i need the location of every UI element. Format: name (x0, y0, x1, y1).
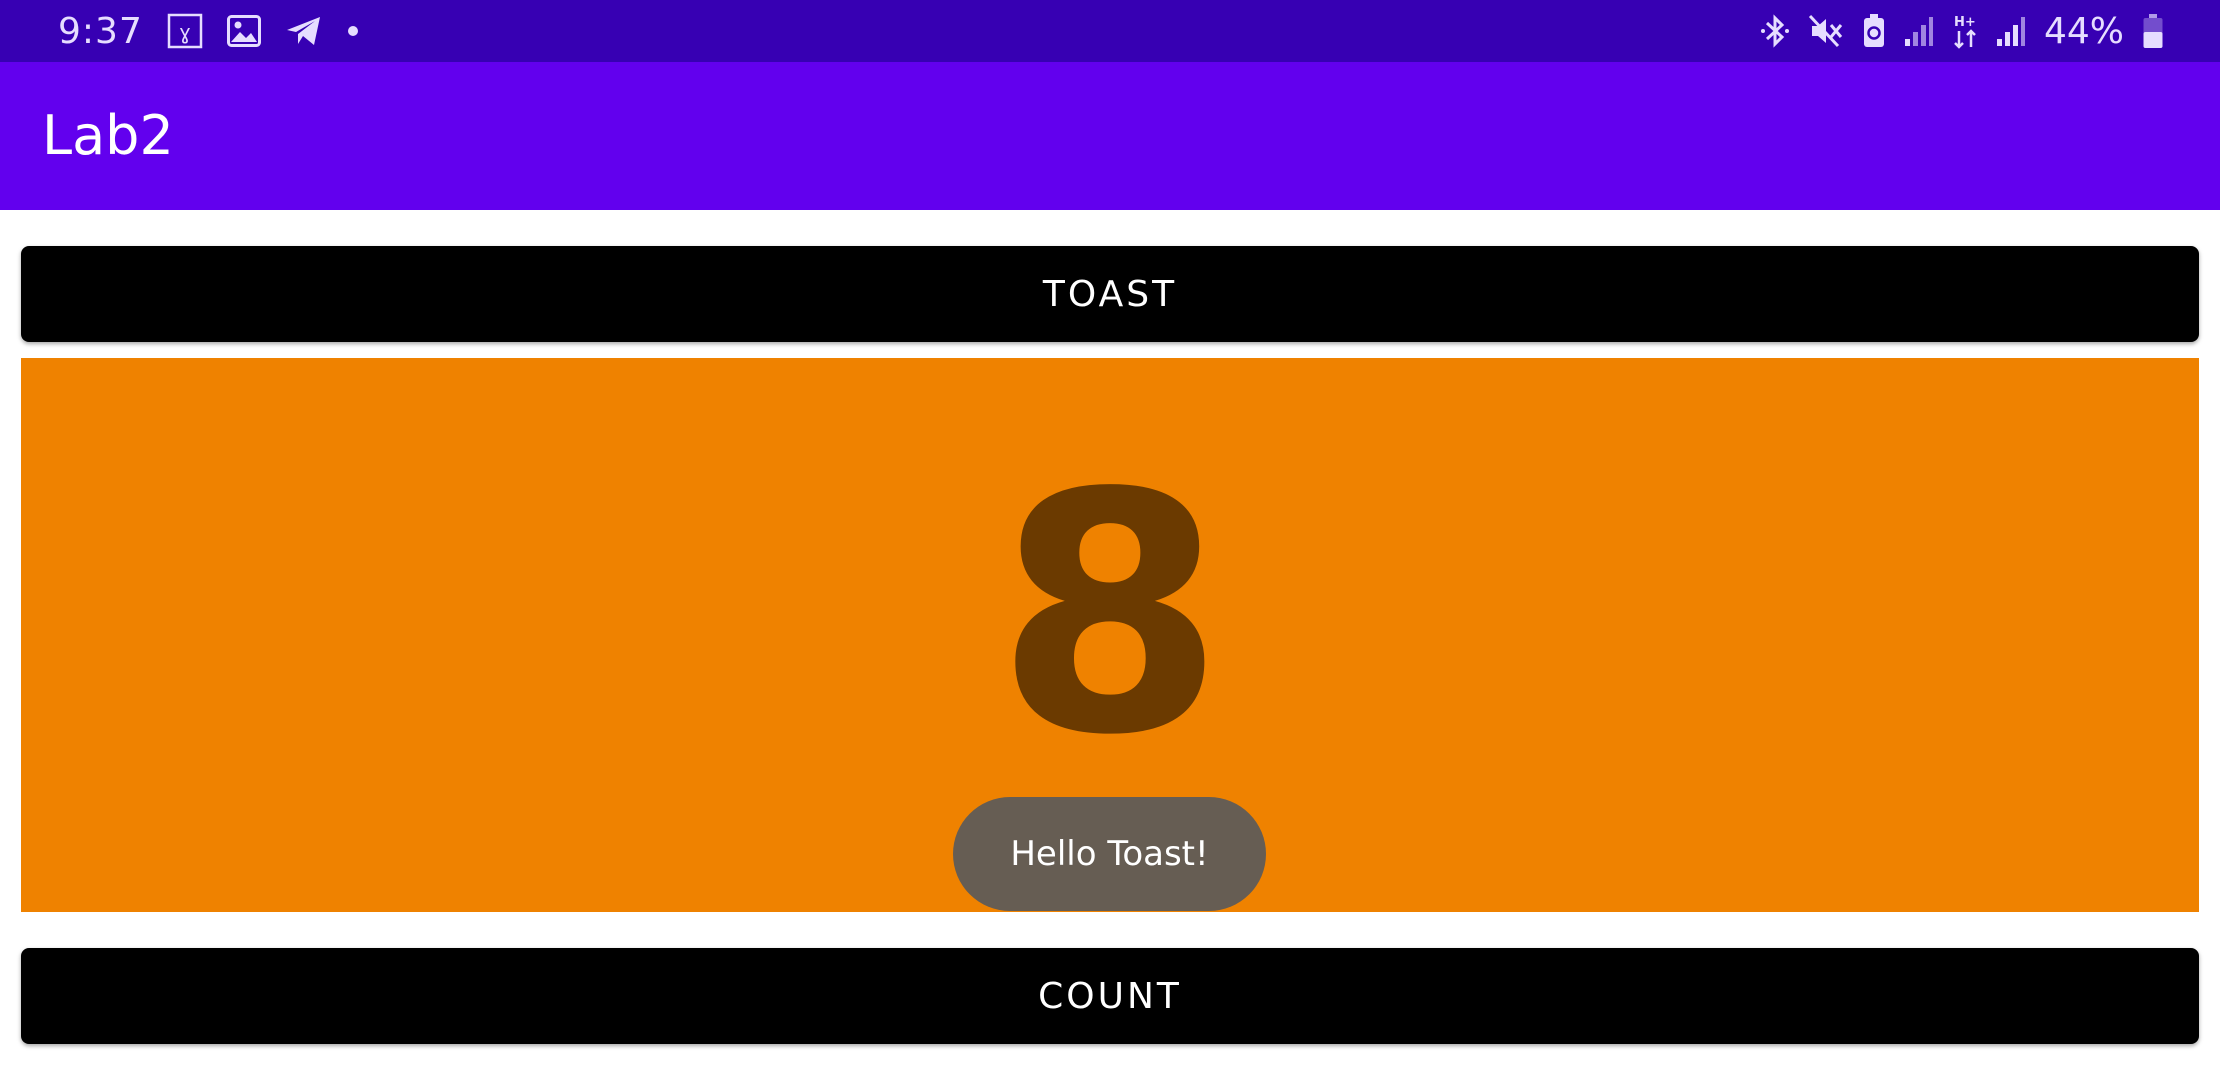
app-notification-icon: ɣ (167, 13, 203, 49)
mute-icon (1808, 13, 1844, 49)
app-bar: Lab2 (0, 62, 2220, 210)
battery-saver-icon (1862, 13, 1886, 49)
telegram-icon (285, 15, 323, 47)
gallery-icon (226, 15, 261, 47)
battery-icon (2142, 13, 2164, 49)
count-button[interactable]: COUNT (21, 948, 2199, 1044)
status-bar-left: 9:37 ɣ (58, 0, 359, 62)
signal-icon (1996, 15, 2026, 47)
toast-button[interactable]: TOAST (21, 246, 2199, 342)
status-bar-right: H+ 44% (1760, 0, 2164, 62)
signal-icon (1904, 15, 1934, 47)
more-notifications-dot-icon (347, 25, 359, 37)
app-title: Lab2 (42, 104, 174, 167)
hplus-data-icon: H+ (1952, 13, 1978, 49)
toast-message: Hello Toast! (953, 797, 1266, 911)
status-bar: 9:37 ɣ H+ 44% (0, 0, 2220, 62)
status-time: 9:37 (58, 10, 143, 52)
bluetooth-icon (1760, 13, 1790, 49)
svg-text:ɣ: ɣ (179, 20, 191, 44)
svg-text:H+: H+ (1954, 15, 1976, 30)
battery-percent: 44% (2043, 10, 2124, 52)
